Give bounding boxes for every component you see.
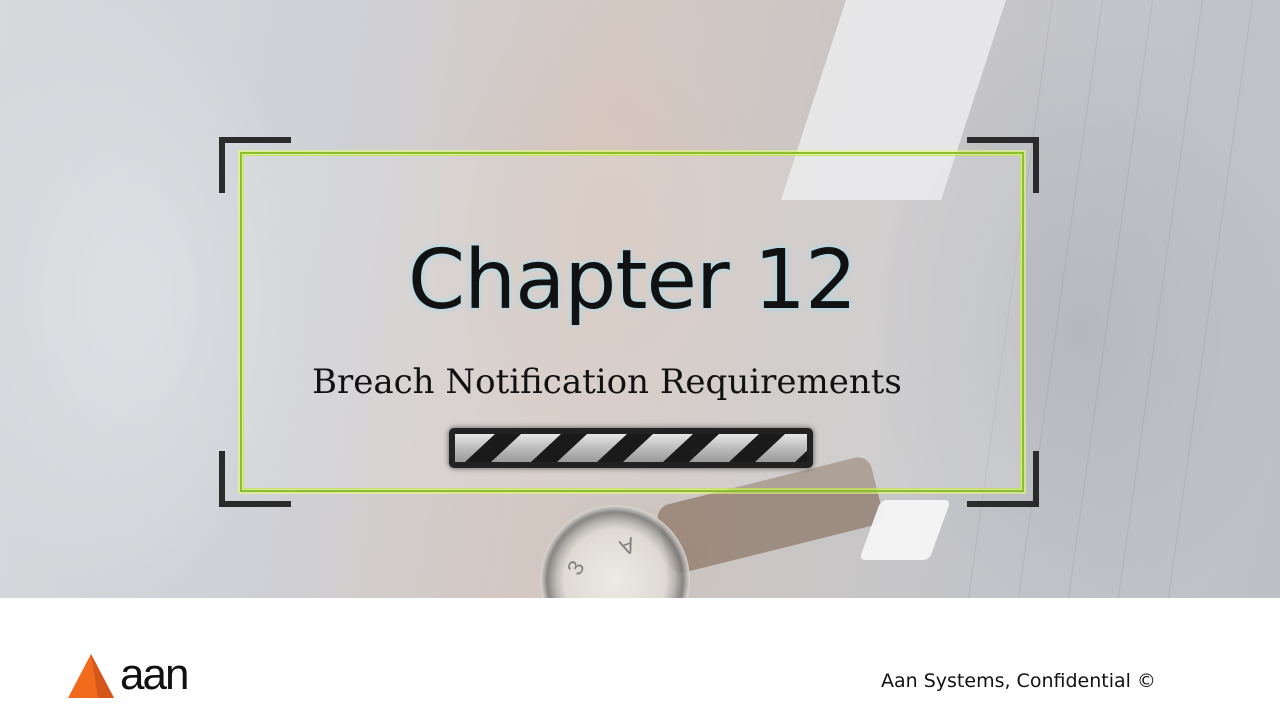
logo-text: aan [120,650,189,699]
pinstripe [1117,0,1204,598]
watch-numeral: 3 [561,556,590,580]
hazard-stripes [455,434,807,462]
hazard-stripe-bar [449,428,813,468]
pinstripe [1167,0,1254,598]
confidential-notice: Aan Systems, Confidential © [881,670,1156,692]
slide-title: Chapter 12 [407,233,857,328]
pinstripe [1017,0,1104,598]
watch-numeral: A [616,532,639,561]
corner-bracket-bottom-right [967,451,1039,507]
corner-bracket-top-left [219,137,291,193]
corner-bracket-top-right [967,137,1039,193]
aan-logo: aan [68,650,198,700]
triangle-logo-icon [68,654,114,698]
corner-bracket-bottom-left [219,451,291,507]
pinstripe [1067,0,1154,598]
slide-subtitle: Breach Notification Requirements [312,362,902,402]
